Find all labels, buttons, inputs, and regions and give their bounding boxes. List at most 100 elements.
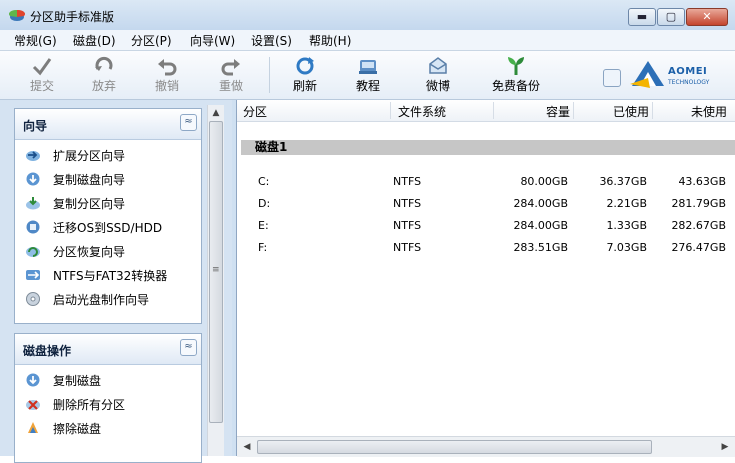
sidebar-item-migrate-os[interactable]: 迁移OS到SSD/HDD [25,217,201,237]
cell-capacity: 283.51GB [513,241,568,254]
disk-group-header[interactable]: 磁盘1 [241,140,735,155]
tutorial-button[interactable]: 教程 [340,53,396,97]
sidebar-item-wipe-disk[interactable]: 擦除磁盘 [25,418,201,438]
commit-button[interactable]: 提交 [14,53,70,97]
disk-panel-title: 磁盘操作 [23,344,72,358]
cell-used: 7.03GB [606,241,647,254]
sidebar-item-label: 启动光盘制作向导 [53,293,150,307]
scroll-left-icon[interactable]: ◀ [239,439,255,455]
wizard-panel-header: 向导 ≈ [15,109,201,140]
copy-partition-icon [26,197,40,210]
sidebar-item-delete-all-partitions[interactable]: 删除所有分区 [25,394,201,414]
logo-sub: TECHNOLOGY [668,79,710,86]
free-backup-icon [508,57,524,75]
sidebar-item-bootable-cd[interactable]: 启动光盘制作向导 [25,289,201,309]
sidebar-item-extend-partition[interactable]: 扩展分区向导 [25,145,201,165]
table-row[interactable]: D: NTFS 284.00GB 2.21GB 281.79GB [237,194,735,214]
menu-disk[interactable]: 磁盘(D) [73,32,116,49]
sidebar-item-copy-disk-wizard[interactable]: 复制磁盘向导 [25,169,201,189]
refresh-label[interactable]: 刷新 [277,77,333,94]
menu-wizard[interactable]: 向导(W) [190,32,235,49]
menu-settings[interactable]: 设置(S) [251,32,292,49]
menu-help[interactable]: 帮助(H) [309,32,351,49]
column-divider[interactable] [493,102,494,119]
scroll-up-icon[interactable]: ▲ [208,105,224,121]
collapse-disk-button[interactable]: ≈ [180,339,197,356]
extend-partition-icon [26,151,40,161]
tutorial-label[interactable]: 教程 [340,77,396,94]
column-header-used[interactable]: 已使用 [613,103,649,120]
partition-recovery-icon [26,247,40,257]
table-row[interactable]: C: NTFS 80.00GB 36.37GB 43.63GB [237,172,735,192]
wipe-disk-icon [28,422,38,433]
app-logo-icon [9,9,25,21]
cell-used: 2.21GB [606,197,647,210]
window-title: 分区助手标准版 [30,10,115,24]
wizard-panel-title: 向导 [23,119,48,133]
cell-free: 276.47GB [671,241,726,254]
column-header-partition[interactable]: 分区 [243,103,267,120]
cell-free: 43.63GB [678,175,726,188]
discard-icon [95,56,113,71]
sidebar-item-label: 迁移OS到SSD/HDD [53,221,163,235]
option-checkbox[interactable] [603,69,621,87]
cell-used: 1.33GB [606,219,647,232]
maximize-icon: ▢ [665,10,677,23]
table-row[interactable]: E: NTFS 284.00GB 1.33GB 282.67GB [237,216,735,236]
cell-partition: C: [258,175,270,188]
table-row[interactable]: F: NTFS 283.51GB 7.03GB 276.47GB [237,238,735,258]
sidebar-item-label: 复制磁盘向导 [53,173,126,187]
sidebar-item-copy-partition-wizard[interactable]: 复制分区向导 [25,193,201,213]
discard-button[interactable]: 放弃 [76,53,132,97]
wizard-panel: 向导 ≈ 扩展分区向导 复制磁盘向导 复制分区向导 迁移OS到SSD/HDD 分… [14,108,202,324]
redo-button[interactable]: 重做 [203,53,259,97]
discard-label: 放弃 [91,79,116,93]
sidebar-item-ntfs-fat32[interactable]: NTFS与FAT32转换器 [25,265,201,285]
logo-brand: AOMEI [668,66,708,77]
cell-capacity: 80.00GB [520,175,568,188]
table-horizontal-scrollbar[interactable]: ◀ ▶ [237,436,735,457]
collapse-wizard-button[interactable]: ≈ [180,114,197,131]
maximize-button[interactable]: ▢ [657,8,685,26]
column-header-filesystem[interactable]: 文件系统 [398,103,446,120]
sidebar-item-partition-recovery[interactable]: 分区恢复向导 [25,241,201,261]
refresh-button[interactable]: 刷新 [277,53,333,97]
menu-partition[interactable]: 分区(P) [131,32,172,49]
cell-filesystem: NTFS [393,197,422,210]
sidebar-item-label: 扩展分区向导 [53,149,126,163]
column-header-free[interactable]: 未使用 [691,103,727,120]
title-bar[interactable]: 分区助手标准版 ▬ ▢ ✕ [0,0,735,30]
close-button[interactable]: ✕ [686,8,728,26]
cell-filesystem: NTFS [393,241,422,254]
cell-filesystem: NTFS [393,219,422,232]
delete-all-partitions-icon [26,400,40,410]
tutorial-icon [359,60,377,74]
toolbar: 提交 放弃 撤销 重做 刷新 教程 微博 免费备份 [0,51,735,100]
free-backup-label[interactable]: 免费备份 [484,77,548,94]
column-header-capacity[interactable]: 容量 [546,103,570,120]
sidebar-item-label: 复制磁盘 [53,374,102,388]
cell-free: 281.79GB [671,197,726,210]
sidebar-scrollbar[interactable]: ▲ ≡ [207,105,224,456]
minimize-button[interactable]: ▬ [628,8,656,26]
scroll-right-icon[interactable]: ▶ [717,439,733,455]
commit-label: 提交 [29,79,54,93]
collapse-chevron-icon: ≈ [184,116,193,127]
cell-free: 282.67GB [671,219,726,232]
column-divider[interactable] [652,102,653,119]
redo-icon [221,59,240,76]
commit-check-icon [32,58,52,76]
cell-partition: D: [258,197,271,210]
close-icon: ✕ [702,10,712,23]
column-divider[interactable] [573,102,574,119]
undo-button[interactable]: 撤销 [139,53,195,97]
aomei-logo-icon [630,61,664,88]
sidebar-item-copy-disk[interactable]: 复制磁盘 [25,370,201,390]
menu-general[interactable]: 常规(G) [14,32,57,49]
column-divider[interactable] [390,102,391,119]
weibo-button[interactable]: 微博 [410,53,466,97]
table-scroll-thumb[interactable] [257,440,652,454]
cell-used: 36.37GB [599,175,647,188]
weibo-label[interactable]: 微博 [410,77,466,94]
free-backup-button[interactable]: 免费备份 [484,53,548,97]
